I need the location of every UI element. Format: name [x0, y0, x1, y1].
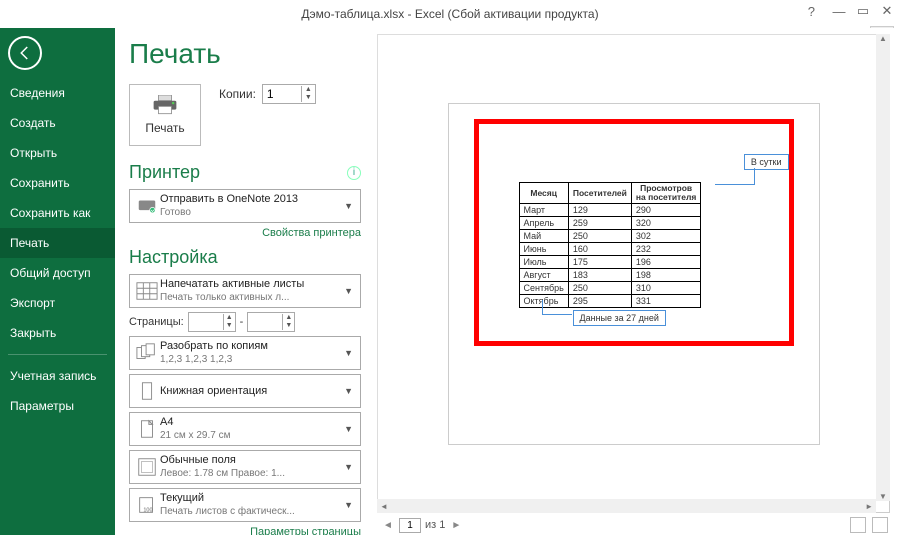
minimize-icon[interactable]: ― [832, 4, 846, 18]
paper-size-select[interactable]: A421 см x 29.7 см ▼ [129, 412, 361, 446]
sidebar-item-account[interactable]: Учетная запись [0, 361, 115, 391]
preview-canvas: В сутки МесяцПосетителейПросмотровна пос… [377, 34, 890, 513]
table-row: Октябрь295331 [519, 294, 701, 307]
collate-icon [134, 343, 160, 363]
scaling-icon: 100 [134, 495, 160, 515]
chevron-down-icon: ▼ [341, 348, 356, 358]
chevron-down-icon: ▼ [341, 286, 356, 296]
portrait-icon [134, 381, 160, 401]
margins-icon [134, 457, 160, 477]
sheets-icon [134, 281, 160, 301]
sidebar-item-save[interactable]: Сохранить [0, 168, 115, 198]
settings-heading: Настройка [129, 247, 218, 268]
page-number-input[interactable] [399, 518, 421, 533]
printer-device-icon [134, 196, 160, 216]
page-setup-link[interactable]: Параметры страницы [129, 526, 361, 535]
table-row: Апрель259320 [519, 216, 701, 229]
copies-down-icon[interactable]: ▼ [302, 94, 315, 102]
page-from-input[interactable] [189, 316, 223, 328]
preview-page: В сутки МесяцПосетителейПросмотровна пос… [449, 104, 819, 444]
page-to-spinner[interactable]: ▲▼ [247, 312, 295, 332]
help-icon[interactable]: ? [808, 4, 815, 19]
chevron-down-icon: ▼ [341, 500, 356, 510]
sidebar-item-export[interactable]: Экспорт [0, 288, 115, 318]
print-settings-pane: Печать Печать Копии: ▲▼ Принтер [115, 28, 375, 535]
scaling-select[interactable]: 100 ТекущийПечать листов с фактическ... … [129, 488, 361, 522]
sidebar-item-info[interactable]: Сведения [0, 78, 115, 108]
collate-select[interactable]: Разобрать по копиям1,2,3 1,2,3 1,2,3 ▼ [129, 336, 361, 370]
table-row: Май250302 [519, 229, 701, 242]
paper-icon [134, 419, 160, 439]
table-row: Июнь160232 [519, 242, 701, 255]
sidebar-item-saveas[interactable]: Сохранить как [0, 198, 115, 228]
copies-spinner[interactable]: ▲▼ [262, 84, 316, 104]
orientation-select[interactable]: Книжная ориентация ▼ [129, 374, 361, 408]
zoom-page-button[interactable] [872, 517, 888, 533]
page-from-spinner[interactable]: ▲▼ [188, 312, 236, 332]
sidebar-item-print[interactable]: Печать [0, 228, 115, 258]
sidebar-item-share[interactable]: Общий доступ [0, 258, 115, 288]
print-button-label: Печать [145, 121, 184, 135]
sidebar-item-close[interactable]: Закрыть [0, 318, 115, 348]
preview-hscroll[interactable]: ◄► [377, 499, 876, 513]
window-title: Дэмо-таблица.xlsx - Excel (Сбой активаци… [301, 7, 598, 21]
show-margins-button[interactable] [850, 517, 866, 533]
backstage-sidebar: Сведения Создать Открыть Сохранить Сохра… [0, 28, 115, 535]
close-icon[interactable]: ✕ [880, 4, 894, 18]
sidebar-item-new[interactable]: Создать [0, 108, 115, 138]
back-button[interactable] [8, 36, 42, 70]
table-row: Сентябрь250310 [519, 281, 701, 294]
prev-page-button[interactable]: ◄ [381, 518, 395, 532]
printer-name: Отправить в OneNote 2013 [160, 193, 341, 206]
callout-daily: В сутки [744, 154, 789, 170]
page-title: Печать [129, 38, 361, 70]
chevron-down-icon: ▼ [341, 386, 356, 396]
title-bar: Дэмо-таблица.xlsx - Excel (Сбой активаци… [0, 0, 900, 28]
chevron-down-icon: ▼ [341, 424, 356, 434]
sidebar-item-open[interactable]: Открыть [0, 138, 115, 168]
printer-select[interactable]: Отправить в OneNote 2013 Готово ▼ [129, 189, 361, 223]
table-row: Март129290 [519, 203, 701, 216]
svg-text:100: 100 [143, 507, 152, 513]
printer-status: Готово [160, 206, 341, 219]
copies-input[interactable] [263, 87, 301, 101]
next-page-button[interactable]: ► [449, 518, 463, 532]
copies-up-icon[interactable]: ▲ [302, 86, 315, 94]
margins-select[interactable]: Обычные поляЛевое: 1.78 см Правое: 1... … [129, 450, 361, 484]
callout-27days: Данные за 27 дней [573, 310, 666, 326]
printer-icon [152, 95, 178, 115]
restore-icon[interactable]: ▭ [856, 4, 870, 18]
chevron-down-icon: ▼ [341, 462, 356, 472]
preview-vscroll[interactable]: ▲▼ [876, 34, 890, 501]
table-row: Июль175196 [519, 255, 701, 268]
print-preview-pane: В сутки МесяцПосетителейПросмотровна пос… [375, 28, 900, 535]
chevron-down-icon: ▼ [341, 201, 356, 211]
printer-properties-link[interactable]: Свойства принтера [129, 227, 361, 239]
printer-heading: Принтер [129, 162, 200, 183]
page-to-input[interactable] [248, 316, 282, 328]
printer-info-icon[interactable]: i [347, 166, 361, 180]
data-table: МесяцПосетителейПросмотровна посетителя … [519, 182, 702, 308]
table-row: Август183198 [519, 268, 701, 281]
pages-label: Страницы: [129, 316, 184, 328]
sidebar-item-options[interactable]: Параметры [0, 391, 115, 421]
page-of-label: из 1 [425, 519, 445, 531]
print-button[interactable]: Печать [129, 84, 201, 146]
print-what-select[interactable]: Напечатать активные листыПечать только а… [129, 274, 361, 308]
copies-label: Копии: [219, 87, 256, 101]
